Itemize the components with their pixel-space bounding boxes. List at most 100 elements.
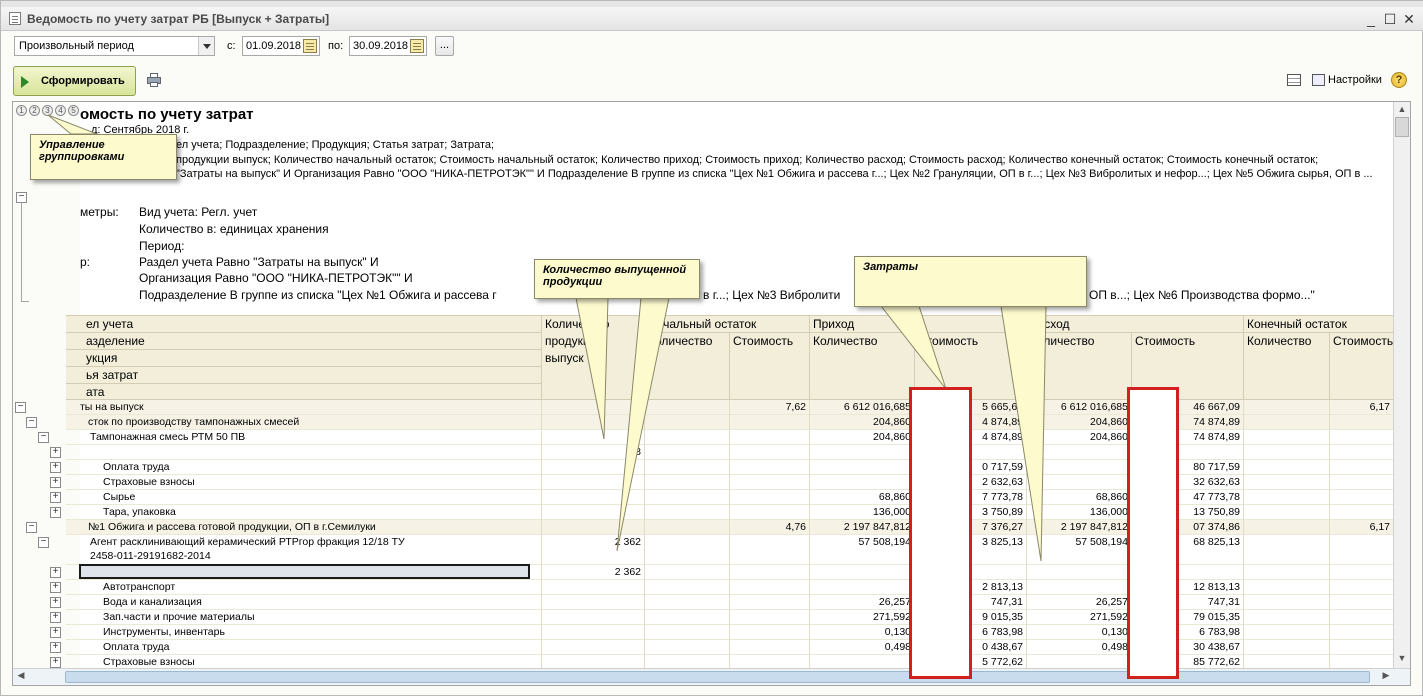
collapse-row-icon[interactable]: −	[38, 537, 49, 548]
table-row[interactable]: ты на выпуск 7,62 6 612 016,685 5 665,64 6 6…	[66, 400, 1393, 415]
col-qty-out-line-1: Количество	[545, 317, 610, 331]
expand-row-icon[interactable]: +	[50, 582, 61, 593]
table-row[interactable]: Тампонажная смесь РТМ 50 ПВ 68 204,860 4 87…	[66, 430, 1393, 445]
table-row[interactable]: сток по производству тампонажных смесей 2…	[66, 415, 1393, 430]
table-row[interactable]: Агент расклинивающий керамический РТРгор…	[66, 535, 1393, 565]
print-icon[interactable]	[146, 72, 162, 88]
col-dim-3: укция	[86, 351, 118, 365]
selection-line-3: Подразделение В группе из списка "Цех №1…	[139, 288, 497, 302]
group-level-4-button[interactable]: 4	[55, 105, 66, 116]
cell-iq: 271,592	[873, 611, 911, 623]
report-filter: "Затраты на выпуск" И Организация Равно …	[176, 168, 1373, 180]
scroll-right-icon[interactable]: ▶	[1380, 670, 1392, 682]
collapse-row-icon[interactable]: −	[15, 402, 26, 413]
cell-iq: 136,000	[873, 506, 911, 518]
horizontal-scrollbar[interactable]: ◀ ▶	[13, 668, 1410, 685]
expand-row-icon[interactable]: +	[50, 612, 61, 623]
cell-iq: 204,860	[873, 416, 911, 428]
cell-eq: 0,498	[1101, 641, 1128, 653]
date-to-value: 30.09.2018	[353, 40, 409, 52]
report-area: 1 2 3 4 5 − омость по учету затрат д: Се…	[12, 101, 1411, 686]
table-row[interactable]: Оплата труда 0,498 0 438,67 0,498 30 438,67	[66, 640, 1393, 655]
collapse-row-icon[interactable]: −	[38, 432, 49, 443]
collapse-header-icon[interactable]: −	[16, 192, 27, 203]
collapse-row-icon[interactable]: −	[26, 417, 37, 428]
select-period-button[interactable]: ...	[435, 36, 454, 56]
table-row[interactable]: Вода и канализация 26,257 747,31 26,257 747,…	[66, 595, 1393, 610]
table-row[interactable]: 68	[66, 445, 1393, 460]
period-type-select[interactable]: Произвольный период	[14, 36, 215, 56]
row-name: №1 Обжига и рассева готовой продукции, О…	[88, 521, 376, 533]
col-closing: Конечный остаток	[1247, 317, 1347, 331]
col-opening-qty: Количество	[648, 334, 713, 348]
cell-iq: 26,257	[878, 596, 911, 608]
vertical-scroll-thumb[interactable]	[1395, 117, 1409, 137]
cell-iq: 0,498	[884, 641, 911, 653]
table-row[interactable]: Страховые взносы 2 632,63 32 632,63	[66, 475, 1393, 490]
scroll-up-icon[interactable]: ▲	[1396, 104, 1408, 116]
cell-eq: 68,860	[1095, 491, 1128, 503]
expand-row-icon[interactable]: +	[50, 492, 61, 503]
cell-out: 68	[629, 446, 641, 458]
table-row[interactable]: Тара, упаковка 136,000 3 750,89 136,000 13 7…	[66, 505, 1393, 520]
expand-row-icon[interactable]: +	[50, 627, 61, 638]
chevron-down-icon[interactable]	[198, 37, 214, 55]
col-expense-cost: Стоимость	[1135, 334, 1196, 348]
row-name: Тара, упаковка	[103, 506, 176, 518]
selection-line-3c: ОП в...; Цех №6 Производства формо..."	[1089, 288, 1315, 302]
vertical-scrollbar[interactable]: ▲ ▼	[1393, 102, 1410, 668]
to-label: по:	[328, 40, 344, 52]
row-name-continued: 2458-011-29191682-2014	[90, 550, 211, 562]
row-name: Зап.части и прочие материалы	[103, 611, 255, 623]
scroll-left-icon[interactable]: ◀	[15, 670, 27, 682]
group-level-2-button[interactable]: 2	[29, 105, 40, 116]
report-indicators: продукции выпуск; Количество начальный о…	[176, 154, 1319, 166]
col-qty-out-line-3: выпуск	[545, 351, 584, 365]
table-view-icon[interactable]	[1287, 74, 1301, 86]
help-icon[interactable]: ?	[1391, 72, 1407, 88]
selected-cell[interactable]	[79, 564, 530, 579]
table-row[interactable]: Сырье 68,860 7 773,78 68,860 47 773,78	[66, 490, 1393, 505]
col-income-cost: Стоимость	[918, 334, 979, 348]
expand-row-icon[interactable]: +	[50, 447, 61, 458]
expand-row-icon[interactable]: +	[50, 462, 61, 473]
table-row[interactable]: Зап.части и прочие материалы 271,592 9 015…	[66, 610, 1393, 625]
row-name: Страховые взносы	[103, 476, 195, 488]
date-to-field[interactable]: 30.09.2018	[349, 36, 427, 56]
cell-out: 2 362	[614, 566, 641, 578]
table-row[interactable]: Инструменты, инвентарь 0,130 6 783,98 0,130…	[66, 625, 1393, 640]
calendar-icon[interactable]	[303, 39, 317, 53]
collapse-row-icon[interactable]: −	[26, 522, 37, 533]
expand-row-icon[interactable]: +	[50, 507, 61, 518]
expand-row-icon[interactable]: +	[50, 567, 61, 578]
cell-out: 2 362	[614, 536, 641, 548]
scroll-down-icon[interactable]: ▼	[1396, 653, 1408, 665]
table-row[interactable]: №1 Обжига и рассева готовой продукции, О…	[66, 520, 1393, 535]
period-type-value: Произвольный период	[19, 40, 134, 52]
expand-row-icon[interactable]: +	[50, 477, 61, 488]
settings-button[interactable]: Настройки	[1328, 74, 1382, 86]
minimize-button[interactable]: _	[1363, 11, 1379, 27]
generate-label: Сформировать	[41, 75, 125, 87]
maximize-button[interactable]: ☐	[1382, 11, 1398, 27]
settings-icon[interactable]	[1312, 74, 1325, 86]
params-label: метры:	[80, 205, 119, 219]
expand-row-icon[interactable]: +	[50, 642, 61, 653]
calendar-icon[interactable]	[410, 39, 424, 53]
cell-iq: 6 612 016,685	[843, 401, 911, 413]
cell-eq: 57 508,194	[1075, 536, 1128, 548]
expand-row-icon[interactable]: +	[50, 597, 61, 608]
expand-row-icon[interactable]: +	[50, 657, 61, 668]
col-income: Приход	[813, 317, 855, 331]
table-row[interactable]: Автотранспорт 2 813,13 12 813,13	[66, 580, 1393, 595]
group-level-5-button[interactable]: 5	[68, 105, 79, 116]
group-level-1-button[interactable]: 1	[16, 105, 27, 116]
table-row[interactable]: Оплата труда 0 717,59 80 717,59	[66, 460, 1393, 475]
date-from-field[interactable]: 01.09.2018	[242, 36, 320, 56]
group-level-3-button[interactable]: 3	[42, 105, 53, 116]
col-opening-cost: Стоимость	[733, 334, 794, 348]
selection-line-3b: в г...; Цех №3 Вибролити	[703, 288, 841, 302]
close-button[interactable]: ✕	[1401, 11, 1417, 27]
generate-button[interactable]: Сформировать	[13, 66, 136, 96]
play-icon	[21, 76, 29, 88]
